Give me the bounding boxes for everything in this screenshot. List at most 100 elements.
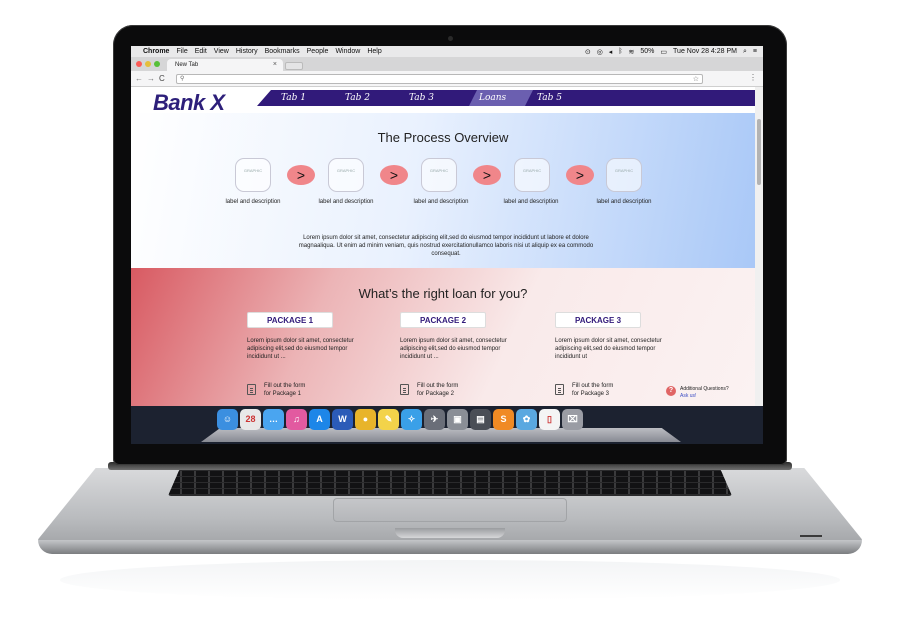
dock-shelf [201, 428, 681, 442]
package-description: Lorem ipsum dolor sit amet, consectetur … [247, 338, 354, 360]
zoom-window-icon[interactable] [154, 61, 160, 67]
page-scrollbar[interactable] [755, 87, 763, 406]
volume-icon[interactable]: ◂ [609, 48, 613, 56]
notification-center-icon[interactable]: ≡ [753, 48, 757, 55]
step-label: label and description [413, 199, 469, 205]
trash-icon[interactable]: ⌧ [562, 409, 583, 430]
mac-dock-area: ☺ 28… ♫ A W ● ✎ ✧ ✈ ▣ ▤ S ✿ ▯ ⌧ [131, 406, 763, 444]
bluetooth-icon[interactable]: ᛒ [618, 48, 622, 55]
battery-percent: 50% [640, 48, 655, 55]
step-arrow-icon: > [287, 165, 315, 185]
form-link-label: Fill out the form for Package 1 [264, 382, 305, 398]
activity-icon[interactable]: ▤ [470, 409, 491, 430]
menu-bookmarks[interactable]: Bookmarks [265, 48, 300, 55]
step-label: label and description [225, 199, 281, 205]
close-window-icon[interactable] [136, 61, 142, 67]
browser-menu-icon[interactable]: ⋮ [749, 73, 757, 82]
package-form-link[interactable]: Fill out the form for Package 1 [247, 382, 305, 398]
package-2-button[interactable]: PACKAGE 2 [400, 312, 486, 328]
sleep-led [800, 535, 822, 537]
spotlight-icon[interactable]: ⌕ [743, 48, 747, 56]
app-store-icon[interactable]: A [309, 409, 330, 430]
menubar-status: ⊙ ◎ ◂ ᛒ ≋ 50% ▭ Tue Nov 28 4:28 PM ⌕ ≡ [585, 48, 757, 56]
stickies-icon[interactable]: ✎ [378, 409, 399, 430]
step-arrow-icon: > [380, 165, 408, 185]
form-link-line: for Package 1 [264, 391, 302, 397]
ask-text: Additional Questions? Ask us! [680, 386, 729, 400]
process-description: Lorem ipsum dolor sit amet, consectetur … [298, 235, 594, 257]
photo-icon[interactable]: ▣ [447, 409, 468, 430]
form-link-line: Fill out the form [264, 383, 306, 389]
menu-help[interactable]: Help [367, 48, 381, 55]
key-row [168, 477, 732, 482]
bookmark-star-icon[interactable]: ☆ [693, 75, 699, 83]
minimize-window-icon[interactable] [145, 61, 151, 67]
itunes-icon[interactable]: ♫ [286, 409, 307, 430]
package-form-link[interactable]: Fill out the form for Package 3 [555, 382, 613, 398]
process-section: The Process Overview GRAPHIC > GRAPHIC >… [131, 113, 755, 268]
step-label: label and description [596, 199, 652, 205]
document-icon[interactable]: ▯ [539, 409, 560, 430]
sync-icon[interactable]: ◎ [597, 48, 603, 56]
messages-icon[interactable]: … [263, 409, 284, 430]
launchpad-icon[interactable]: ✈ [424, 409, 445, 430]
nav-buttons: ← → C [135, 74, 165, 83]
calendar-icon[interactable]: 28 [240, 409, 261, 430]
word-icon[interactable]: W [332, 409, 353, 430]
menu-file[interactable]: File [176, 48, 187, 55]
menu-window[interactable]: Window [335, 48, 360, 55]
menu-people[interactable]: People [307, 48, 329, 55]
screen: Chrome File Edit View History Bookmarks … [131, 46, 763, 444]
wifi-icon[interactable]: ≋ [629, 48, 635, 56]
package-form-link[interactable]: Fill out the form for Package 2 [400, 382, 458, 398]
menu-history[interactable]: History [236, 48, 258, 55]
laptop-reflection [60, 560, 840, 600]
stage: Chrome File Edit View History Bookmarks … [0, 0, 900, 630]
scrollbar-thumb[interactable] [757, 119, 761, 185]
mac-menubar: Chrome File Edit View History Bookmarks … [131, 46, 763, 57]
tab-loans[interactable]: Loans [469, 90, 533, 106]
safari-icon[interactable]: ✧ [401, 409, 422, 430]
form-link-label: Fill out the form for Package 3 [572, 382, 613, 398]
form-link-line: Fill out the form [417, 383, 459, 389]
preview-icon[interactable]: ✿ [516, 409, 537, 430]
tab-3[interactable]: Tab 3 [405, 90, 469, 106]
browser-tab[interactable]: New Tab × [167, 59, 283, 71]
step-graphic: GRAPHIC [421, 158, 457, 192]
menu-view[interactable]: View [214, 48, 229, 55]
lid-notch [395, 528, 505, 538]
new-tab-button[interactable] [285, 62, 303, 70]
package-1-button[interactable]: PACKAGE 1 [247, 312, 333, 328]
reload-icon[interactable]: C [159, 74, 165, 83]
laptop-base-edge [38, 540, 862, 554]
time-machine-icon[interactable]: ⊙ [585, 48, 591, 56]
process-title: The Process Overview [377, 130, 509, 145]
key-row [168, 471, 732, 476]
loans-title: What’s the right loan for you? [358, 286, 528, 301]
tab-5[interactable]: Tab 5 [533, 90, 597, 106]
sublime-icon[interactable]: S [493, 409, 514, 430]
forward-icon[interactable]: → [147, 74, 155, 83]
dock: ☺ 28… ♫ A W ● ✎ ✧ ✈ ▣ ▤ S ✿ ▯ ⌧ [217, 409, 583, 430]
clipboard-icon [247, 384, 256, 395]
additional-questions[interactable]: ? Additional Questions? Ask us! [666, 386, 729, 400]
form-link-line: for Package 2 [417, 391, 455, 397]
package-3-button[interactable]: PACKAGE 3 [555, 312, 641, 328]
step-label: label and description [318, 199, 374, 205]
clipboard-icon [400, 384, 409, 395]
tab-1[interactable]: Tab 1 [277, 90, 341, 106]
key-row [168, 483, 732, 488]
close-tab-icon[interactable]: × [273, 61, 277, 68]
back-icon[interactable]: ← [135, 74, 143, 83]
menu-app-name[interactable]: Chrome [143, 48, 169, 55]
ask-us-link[interactable]: Ask us! [680, 393, 729, 400]
battery-icon[interactable]: ▭ [660, 48, 667, 56]
address-bar[interactable]: ⚲ ☆ [176, 74, 703, 84]
tab-2[interactable]: Tab 2 [341, 90, 405, 106]
clock[interactable]: Tue Nov 28 4:28 PM [673, 48, 737, 55]
finder-icon[interactable]: ☺ [217, 409, 238, 430]
step-label: label and description [503, 199, 559, 205]
chrome-icon[interactable]: ● [355, 409, 376, 430]
menu-edit[interactable]: Edit [195, 48, 207, 55]
clipboard-icon [555, 384, 564, 395]
